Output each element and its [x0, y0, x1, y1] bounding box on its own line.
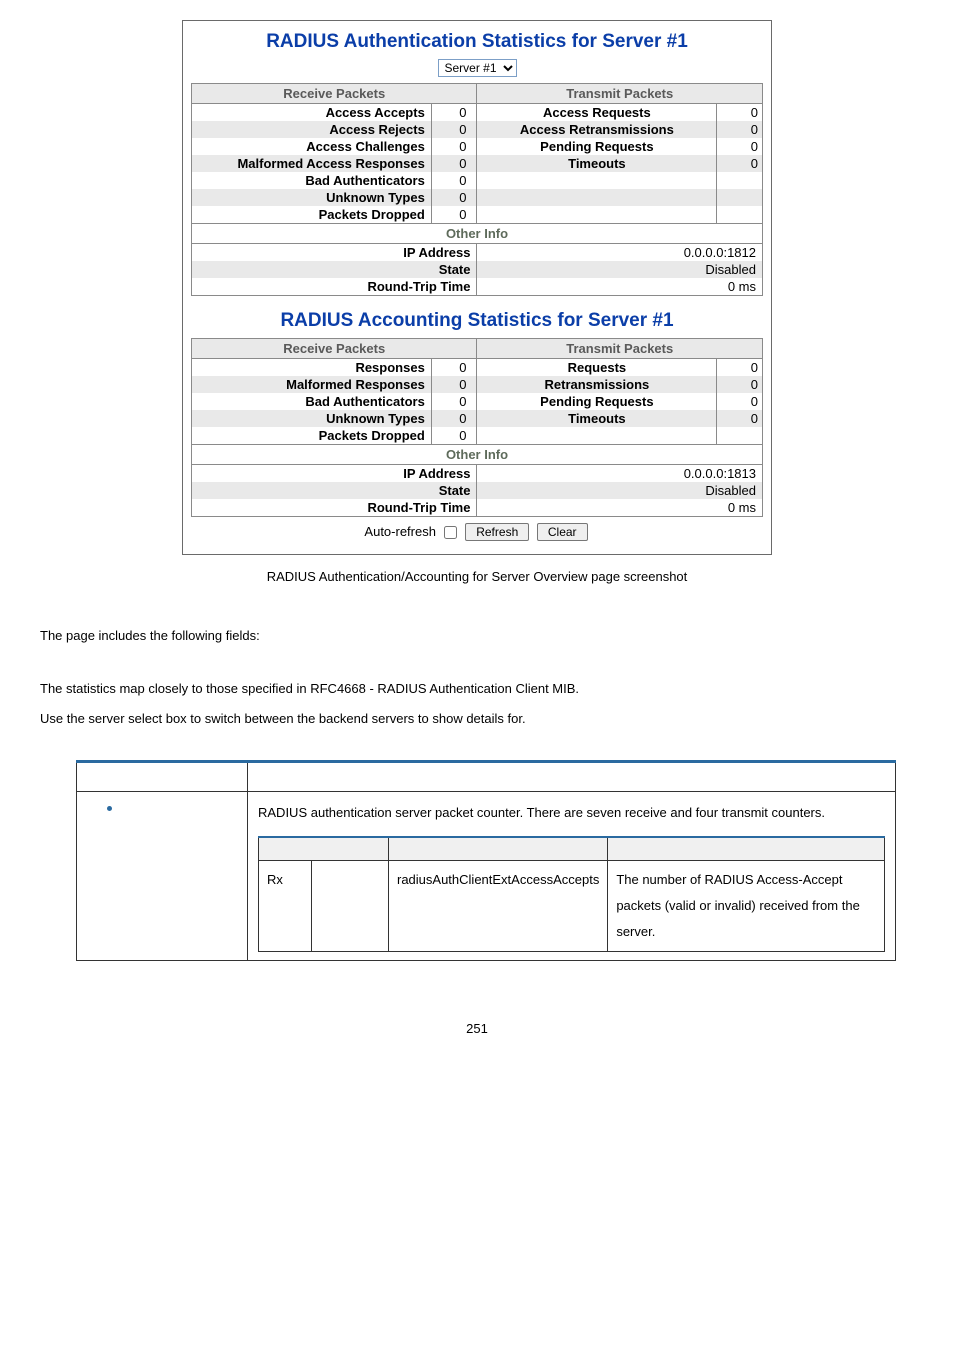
- auth-r2-recv-val: 0: [431, 121, 477, 138]
- acct-state-val: Disabled: [477, 482, 763, 499]
- auth-r2-tx-val: 0: [717, 121, 763, 138]
- acct-r2-recv-lbl: Malformed Responses: [192, 376, 432, 393]
- acct-rtt-val: 0 ms: [477, 499, 763, 517]
- acct-title: RADIUS Accounting Statistics for Server …: [191, 310, 763, 332]
- desc-left-cell: [77, 792, 248, 961]
- screenshot-caption: RADIUS Authentication/Accounting for Ser…: [40, 569, 914, 584]
- auth-stats-table: Receive Packets Transmit Packets Access …: [191, 83, 763, 296]
- auth-r3-tx-lbl: Pending Requests: [477, 138, 717, 155]
- acct-r3-tx-val: 0: [717, 393, 763, 410]
- inner-head-1: [259, 837, 389, 861]
- acct-r5-recv-lbl: Packets Dropped: [192, 427, 432, 445]
- acct-r2-tx-lbl: Retransmissions: [477, 376, 717, 393]
- acct-r4-tx-val: 0: [717, 410, 763, 427]
- refresh-button[interactable]: Refresh: [465, 523, 529, 541]
- acct-state-lbl: State: [192, 482, 477, 499]
- desc-head-left: [77, 762, 248, 792]
- controls-row: Auto-refresh Refresh Clear: [191, 523, 763, 542]
- auth-r1-tx-val: 0: [717, 104, 763, 122]
- acct-r2-recv-val: 0: [431, 376, 477, 393]
- acct-stats-table: Receive Packets Transmit Packets Respons…: [191, 338, 763, 517]
- inner-table: Rx radiusAuthClientExtAccessAccepts The …: [258, 836, 885, 952]
- acct-r1-tx-val: 0: [717, 359, 763, 377]
- inner-head-3: [608, 837, 885, 861]
- acct-r3-recv-lbl: Bad Authenticators: [192, 393, 432, 410]
- auth-r6-recv-lbl: Unknown Types: [192, 189, 432, 206]
- desc-right-cell: RADIUS authentication server packet coun…: [248, 792, 896, 961]
- bullet-icon: [107, 806, 112, 811]
- auto-refresh-checkbox[interactable]: [444, 526, 457, 539]
- intro-para-2: The statistics map closely to those spec…: [40, 677, 914, 700]
- auth-r1-tx-lbl: Access Requests: [477, 104, 717, 122]
- auth-r7-recv-val: 0: [431, 206, 477, 224]
- server-select[interactable]: Server #1: [438, 59, 517, 77]
- auto-refresh-label: Auto-refresh: [364, 524, 436, 539]
- inner-c3: radiusAuthClientExtAccessAccepts: [389, 861, 608, 952]
- inner-c2: [312, 861, 389, 952]
- desc-table: RADIUS authentication server packet coun…: [76, 760, 896, 961]
- acct-ip-lbl: IP Address: [192, 465, 477, 483]
- auth-r6-recv-val: 0: [431, 189, 477, 206]
- acct-r1-recv-val: 0: [431, 359, 477, 377]
- auth-recv-head: Receive Packets: [192, 84, 477, 104]
- auth-r4-recv-lbl: Malformed Access Responses: [192, 155, 432, 172]
- auth-title: RADIUS Authentication Statistics for Ser…: [191, 31, 763, 53]
- desc-head-right: [248, 762, 896, 792]
- acct-ip-val: 0.0.0.0:1813: [477, 465, 763, 483]
- acct-r2-tx-val: 0: [717, 376, 763, 393]
- acct-other-head: Other Info: [192, 445, 763, 465]
- auth-ip-lbl: IP Address: [192, 244, 477, 262]
- acct-r3-recv-val: 0: [431, 393, 477, 410]
- auth-rtt-lbl: Round-Trip Time: [192, 278, 477, 296]
- auth-tx-head: Transmit Packets: [477, 84, 763, 104]
- auth-r5-recv-val: 0: [431, 172, 477, 189]
- auth-r2-recv-lbl: Access Rejects: [192, 121, 432, 138]
- clear-button[interactable]: Clear: [537, 523, 588, 541]
- acct-tx-head: Transmit Packets: [477, 339, 763, 359]
- acct-r4-tx-lbl: Timeouts: [477, 410, 717, 427]
- acct-r1-recv-lbl: Responses: [192, 359, 432, 377]
- desc-intro: RADIUS authentication server packet coun…: [258, 800, 885, 826]
- acct-r4-recv-val: 0: [431, 410, 477, 427]
- auth-r2-tx-lbl: Access Retransmissions: [477, 121, 717, 138]
- acct-rtt-lbl: Round-Trip Time: [192, 499, 477, 517]
- auth-other-head: Other Info: [192, 224, 763, 244]
- radius-screenshot: RADIUS Authentication Statistics for Ser…: [182, 20, 772, 555]
- acct-r4-recv-lbl: Unknown Types: [192, 410, 432, 427]
- auth-rtt-val: 0 ms: [477, 278, 763, 296]
- server-select-row: Server #1: [191, 59, 763, 77]
- inner-c4: The number of RADIUS Access-Accept packe…: [608, 861, 885, 952]
- auth-ip-val: 0.0.0.0:1812: [477, 244, 763, 262]
- inner-head-2: [389, 837, 608, 861]
- acct-r1-tx-lbl: Requests: [477, 359, 717, 377]
- auth-r4-tx-lbl: Timeouts: [477, 155, 717, 172]
- auth-r3-recv-lbl: Access Challenges: [192, 138, 432, 155]
- auth-state-lbl: State: [192, 261, 477, 278]
- page-number: 251: [40, 1021, 914, 1036]
- inner-c1: Rx: [259, 861, 312, 952]
- auth-r1-recv-lbl: Access Accepts: [192, 104, 432, 122]
- auth-r4-tx-val: 0: [717, 155, 763, 172]
- auth-r3-recv-val: 0: [431, 138, 477, 155]
- acct-recv-head: Receive Packets: [192, 339, 477, 359]
- auth-r3-tx-val: 0: [717, 138, 763, 155]
- intro-para-1: The page includes the following fields:: [40, 624, 914, 647]
- acct-r5-recv-val: 0: [431, 427, 477, 445]
- acct-r3-tx-lbl: Pending Requests: [477, 393, 717, 410]
- auth-r7-recv-lbl: Packets Dropped: [192, 206, 432, 224]
- auth-state-val: Disabled: [477, 261, 763, 278]
- auth-r4-recv-val: 0: [431, 155, 477, 172]
- auth-r5-recv-lbl: Bad Authenticators: [192, 172, 432, 189]
- intro-para-3: Use the server select box to switch betw…: [40, 707, 914, 730]
- auth-r1-recv-val: 0: [431, 104, 477, 122]
